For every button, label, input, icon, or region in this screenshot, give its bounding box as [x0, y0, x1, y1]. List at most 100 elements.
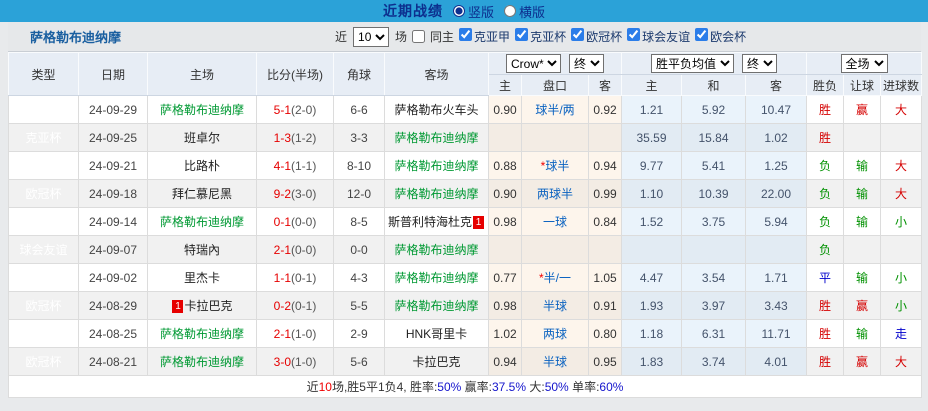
- away-team-name: 萨格勒布迪纳摩: [394, 159, 479, 173]
- team-name: 萨格勒布迪纳摩: [30, 30, 122, 45]
- league-filter-ohb[interactable]: 欧会杯: [693, 28, 746, 45]
- result-letgoal: 赢: [843, 95, 882, 124]
- handicap-home-odds: 0.94: [488, 347, 522, 376]
- result-letgoal: [843, 123, 882, 152]
- col-header-home: 主场: [147, 52, 257, 96]
- layout-horizontal-option[interactable]: 横版: [498, 2, 545, 21]
- fulltime-score: 9-2: [273, 186, 291, 201]
- summary-label-big: 大:: [526, 380, 545, 394]
- col-header-away: 客场: [384, 52, 489, 96]
- handicap-line: 两球半: [521, 179, 589, 208]
- score-cell: 3-0(1-0): [256, 347, 334, 376]
- league-filter-ogb[interactable]: 欧冠杯: [569, 28, 622, 45]
- handicap-home-odds: 0.90: [488, 179, 522, 208]
- europe-away-odds: 11.71: [744, 319, 808, 348]
- europe-draw-odds: 3.75: [681, 207, 746, 236]
- fulltime-score: 3-0: [273, 354, 291, 369]
- score-cell: 0-1(0-0): [256, 207, 334, 236]
- league-badge: 克亚甲: [8, 151, 79, 180]
- corner-count: 0-0: [333, 235, 385, 264]
- europe-draw-odds: 15.84: [681, 123, 746, 152]
- score-cell: 5-1(2-0): [256, 95, 334, 124]
- league-filter-kjj[interactable]: 克亚甲: [457, 28, 510, 45]
- handicap-line: *半/一: [521, 263, 589, 292]
- horizontal-radio[interactable]: [504, 5, 516, 17]
- europe-draw-odds: 6.31: [681, 319, 746, 348]
- same-home-label: 同主: [430, 30, 455, 44]
- halftime-score: (3-0): [291, 186, 317, 201]
- handicap-home-odds: 0.88: [488, 151, 522, 180]
- corner-count: 8-5: [333, 207, 385, 236]
- result-goals: 大: [880, 347, 923, 376]
- europe-away-odds: 3.43: [744, 291, 808, 320]
- halftime-score: (1-1): [291, 158, 317, 173]
- league-filter-friendly[interactable]: 球会友谊: [625, 28, 690, 45]
- summary-text: 近10场,胜5平1负4, 胜率:50% 赢率:37.5% 大:50% 单率:60…: [7, 375, 923, 398]
- layout-vertical-option[interactable]: 竖版: [447, 2, 494, 21]
- handicap-home-odds: [488, 235, 522, 264]
- handicap-away-odds: 0.94: [588, 151, 622, 180]
- match-date: 24-09-29: [78, 95, 148, 124]
- corner-count: 8-10: [333, 151, 385, 180]
- league-checkbox-friendly[interactable]: [627, 28, 641, 41]
- league-checkbox-ohb[interactable]: [695, 28, 709, 41]
- away-team-cell: 萨格勒布迪纳摩: [384, 151, 489, 180]
- vertical-radio[interactable]: [452, 5, 465, 17]
- table-row: 球会友谊 24-09-07 特瑞內 2-1(0-0) 0-0 萨格勒布迪纳摩 负: [8, 235, 923, 264]
- europe-home-odds: 1.18: [621, 319, 682, 348]
- europe-away-odds: 4.01: [744, 347, 808, 376]
- handicap-line: [521, 235, 589, 264]
- handicap-away-odds: 1.05: [588, 263, 622, 292]
- europe-odds-select[interactable]: 胜平负均值: [651, 54, 734, 73]
- europe-away-odds: 10.47: [744, 95, 808, 124]
- league-checkbox-ogb[interactable]: [571, 28, 585, 41]
- europe-final-select[interactable]: 终: [742, 54, 777, 73]
- home-team-name: 班卓尔: [183, 131, 220, 145]
- europe-home-odds: 9.77: [621, 151, 682, 180]
- league-checkbox-kjj[interactable]: [459, 28, 473, 41]
- europe-away-odds: [744, 235, 808, 264]
- table-row: 克亚甲 24-09-29 萨格勒布迪纳摩 5-1(2-0) 6-6 萨格勒布火车…: [8, 95, 923, 124]
- same-home-checkbox[interactable]: [412, 30, 426, 43]
- handicap-away-odds: 0.91: [588, 291, 622, 320]
- halftime-score: (1-0): [291, 326, 317, 341]
- home-team-cell: 拜仁慕尼黑: [147, 179, 257, 208]
- fulltime-score: 2-1: [273, 326, 291, 341]
- col-header-eu-away: 客: [744, 74, 808, 96]
- bookmaker-final-select[interactable]: 终: [569, 54, 604, 73]
- handicap-away-odds: 0.99: [588, 179, 622, 208]
- europe-away-odds: 1.02: [744, 123, 808, 152]
- col-header-letgoal: 让球: [843, 74, 882, 96]
- league-checkbox-kjb[interactable]: [515, 28, 529, 41]
- bookmaker-select[interactable]: Crow*: [506, 54, 561, 73]
- result-winlose: 胜: [806, 95, 845, 124]
- summary-near: 近: [306, 380, 319, 394]
- result-letgoal: 输: [843, 207, 882, 236]
- corner-count: 5-5: [333, 291, 385, 320]
- score-cell: 1-1(0-1): [256, 263, 334, 292]
- league-badge: 欧冠杯: [8, 179, 79, 208]
- result-winlose: 负: [806, 235, 845, 264]
- league-filter-kjb[interactable]: 克亚杯: [513, 28, 566, 45]
- match-date: 24-09-25: [78, 123, 148, 152]
- league-badge: 克亚甲: [8, 207, 79, 236]
- scope-select[interactable]: 全场: [840, 54, 888, 73]
- handicap-line-text: 两球: [542, 327, 567, 341]
- halftime-score: (1-0): [291, 354, 317, 369]
- header-dropdown-row: 类型 日期 主场 比分(半场) 角球 客场 Crow* 终 胜平负均值 终 全场: [8, 52, 923, 96]
- result-goals: [880, 123, 923, 152]
- handicap-line-text: 半球: [542, 299, 567, 313]
- match-count-select[interactable]: 10: [353, 26, 390, 47]
- col-header-result: 胜负: [806, 74, 845, 96]
- away-team-name: HNK哥里卡: [405, 327, 468, 341]
- summary-single-rate: 60%: [599, 380, 624, 394]
- handicap-away-odds: 0.80: [588, 319, 622, 348]
- result-goals: 小: [880, 291, 923, 320]
- home-team-cell: 萨格勒布迪纳摩: [147, 207, 257, 236]
- corner-count: 5-6: [333, 347, 385, 376]
- fulltime-score: 2-1: [273, 242, 291, 257]
- fulltime-score: 5-1: [273, 102, 291, 117]
- europe-away-odds: 1.71: [744, 263, 808, 292]
- red-card-badge: 1: [473, 216, 484, 229]
- score-cell: 0-2(0-1): [256, 291, 334, 320]
